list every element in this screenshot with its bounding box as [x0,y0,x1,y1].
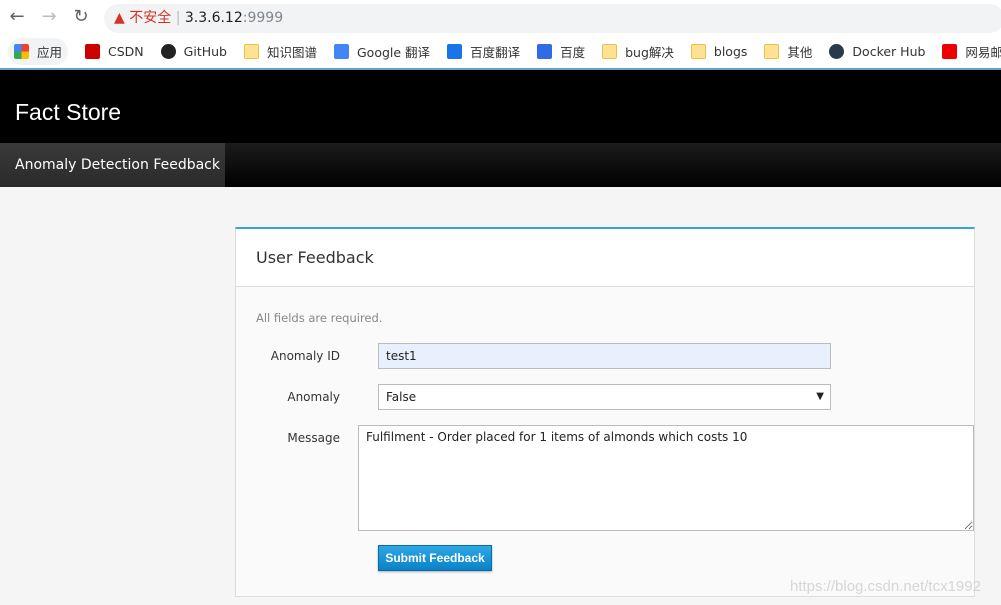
bookmark-label: 百度翻译 [470,44,521,60]
csdn-icon [85,43,101,59]
nav-bar: Anomaly Detection Feedback [0,143,1001,187]
docker-icon [829,43,845,59]
panel-title: User Feedback [236,229,974,287]
address-bar[interactable]: ▲ 不安全 | 3.3.6.12:9999 [104,4,1001,33]
bookmark-item[interactable]: Docker Hub [829,43,926,59]
chevron-down-icon: ▼ [816,391,824,402]
bookmark-item[interactable]: bug解决 [602,42,674,61]
watermark: https://blog.csdn.net/tcx1992 [790,578,981,595]
baidu-icon [537,43,553,59]
bookmark-item[interactable]: GitHub [160,43,227,59]
bookmarks-bar: 应用 CSDN GitHub 知识图谱 Google 翻译 百度翻译 百度 bug解决 blog… [8,37,1001,65]
bookmark-label: 百度 [560,44,586,60]
bookmark-label: bug解决 [625,44,674,60]
required-note: All fields are required. [256,311,383,325]
divider: | [175,10,181,26]
bookmark-label: GitHub [183,43,227,59]
bookmark-label: Google 翻译 [357,44,431,60]
bookmark-item[interactable]: 网易邮箱 [942,42,1001,61]
message-label: Message [287,431,340,445]
back-icon[interactable]: ← [5,6,29,27]
feedback-panel: User Feedback All fields are required. A… [235,227,975,597]
bookmark-label: blogs [713,43,748,59]
security-label: 不安全 [129,10,172,26]
url-port: :9999 [242,10,284,26]
baidu-translate-icon [447,43,463,59]
bookmark-item[interactable]: 百度翻译 [447,42,520,61]
message-textarea[interactable]: Fulfilment - Order placed for 1 items of… [358,425,974,531]
bookmark-item[interactable]: 其他 [764,42,812,61]
bookmark-label: 其他 [787,44,813,60]
anomaly-id-input[interactable] [378,343,831,369]
folder-icon [764,43,780,59]
tab-anomaly-detection-feedback[interactable]: Anomaly Detection Feedback [0,143,225,187]
app-header: Fact Store [0,70,1001,143]
anomaly-label: Anomaly [287,390,340,404]
reload-icon[interactable]: ↻ [69,6,93,27]
bookmark-item[interactable]: Google 翻译 [334,42,430,61]
google-translate-icon [334,43,349,59]
bookmark-item[interactable]: CSDN [85,43,144,59]
bookmark-item[interactable]: blogs [690,43,748,59]
brand[interactable]: Fact Store [15,99,121,126]
bookmark-label: 应用 [37,44,63,60]
anomaly-id-label: Anomaly ID [270,349,340,363]
url-host: 3.3.6.12 [184,10,243,26]
bookmark-label: 网易邮箱 [965,44,1001,60]
bookmark-item[interactable]: 应用 [8,37,69,65]
browser-chrome: ← → ↻ ▲ 不安全 | 3.3.6.12:9999 应用 CSDN GitHub… [0,0,1001,70]
bookmark-label: Docker Hub [852,43,926,59]
folder-icon [602,43,618,59]
bookmark-item[interactable]: 知识图谱 [243,42,317,61]
bookmark-item[interactable]: 百度 [537,42,585,61]
folder-icon [243,43,259,59]
warning-icon: ▲ [114,10,125,26]
anomaly-selected-value: False [386,390,417,404]
submit-feedback-button[interactable]: Submit Feedback [378,545,492,571]
apps-icon [14,43,29,59]
github-icon [160,43,176,59]
bookmark-label: 知识图谱 [266,44,317,60]
bookmark-label: CSDN [108,43,144,59]
forward-icon[interactable]: → [37,6,61,27]
netease-mail-icon [942,43,958,59]
anomaly-select[interactable]: False ▼ [378,384,831,410]
folder-icon [690,43,706,59]
